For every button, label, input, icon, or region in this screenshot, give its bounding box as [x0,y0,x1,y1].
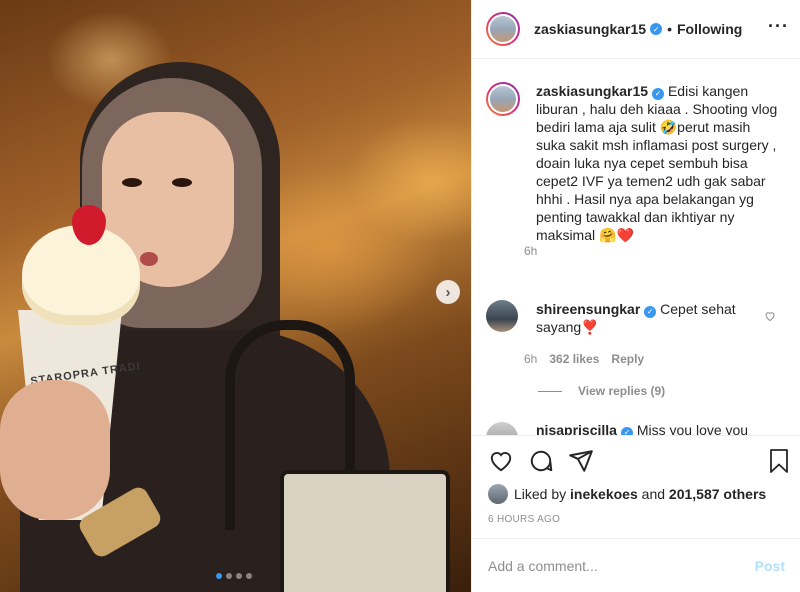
action-bar [472,446,800,476]
post-comment-button[interactable]: Post [755,558,785,574]
post-panel: zaskiasungkar15 ✓ • Following ··· zaskia… [471,0,800,592]
verified-badge-icon: ✓ [650,23,663,35]
comment-icon[interactable] [528,448,554,474]
comment-meta: 6h 362 likes Reply [524,352,644,366]
post-photo[interactable]: STAROPRA TRADI › [0,0,471,592]
carousel-dots [216,573,252,579]
photo-lips [140,252,158,266]
more-horizontal-icon[interactable]: ··· [768,16,789,37]
verified-badge-icon: ✓ [644,306,657,318]
photo-hand [0,380,110,520]
caption-username[interactable]: zaskiasungkar15 [536,83,648,99]
comment-username[interactable]: shireensungkar [536,301,640,317]
liker-avatar[interactable] [488,484,508,504]
likes-user[interactable]: inekekoes [570,486,638,502]
comment-likes[interactable]: 362 likes [549,352,599,366]
comment-text: Miss you love you [636,422,749,436]
comment-avatar[interactable] [486,300,518,332]
carousel-dot [236,573,242,579]
comment-text-block: nisapriscilla ✓ Miss you love you [536,422,749,436]
comment-username[interactable]: nisapriscilla [536,422,617,435]
view-replies-label: View replies (9) [578,384,666,398]
photo-eye [172,178,192,187]
likes-summary: Liked by inekekoes and 201,587 others [488,484,766,504]
caption-text-block: zaskiasungkar15 ✓ Edisi kangen liburan , … [536,82,782,244]
header-separator: • [667,21,672,37]
carousel-next-button[interactable]: › [436,280,460,304]
chevron-right-icon: › [445,283,451,301]
comment-reply-button[interactable]: Reply [611,352,644,366]
post-timestamp[interactable]: 6 HOURS AGO [488,514,560,525]
caption: zaskiasungkar15 ✓ Edisi kangen liburan , … [486,82,782,244]
caption-text: Edisi kangen liburan , halu deh kiaaa . … [536,83,778,243]
carousel-dot [246,573,252,579]
heart-icon[interactable] [488,448,514,474]
comment-avatar[interactable] [486,422,518,435]
follow-status-button[interactable]: Following [677,21,742,37]
replies-divider [538,390,562,392]
bookmark-icon[interactable] [767,448,791,474]
photo-bag [280,470,450,592]
avatar[interactable] [486,82,520,116]
comment-time[interactable]: 6h [524,352,537,366]
post-header: zaskiasungkar15 ✓ • Following ··· [472,0,800,59]
caption-time[interactable]: 6h [524,244,537,258]
avatar[interactable] [486,12,520,46]
carousel-dot [216,573,222,579]
add-comment-bar: Post [472,538,800,592]
comment-item: shireensungkar ✓ Cepet sehat sayang❣️ [486,300,756,336]
view-replies-button[interactable]: View replies (9) [538,384,665,398]
verified-badge-icon: ✓ [652,88,665,100]
carousel-dot [226,573,232,579]
comment-text-block: shireensungkar ✓ Cepet sehat sayang❣️ [536,300,756,336]
comments-section[interactable]: zaskiasungkar15 ✓ Edisi kangen liburan , … [472,60,800,436]
photo-eye [122,178,142,187]
likes-prefix: Liked by [514,486,567,502]
header-username[interactable]: zaskiasungkar15 [534,21,646,37]
comment-input[interactable] [488,557,755,574]
share-icon[interactable] [568,448,594,474]
comment-item: nisapriscilla ✓ Miss you love you [486,422,749,436]
likes-middle: and [641,486,666,502]
likes-count[interactable]: 201,587 others [669,486,766,502]
header-user: zaskiasungkar15 ✓ • Following [534,21,742,37]
verified-badge-icon: ✓ [620,426,633,435]
like-comment-heart-icon[interactable] [764,310,776,325]
